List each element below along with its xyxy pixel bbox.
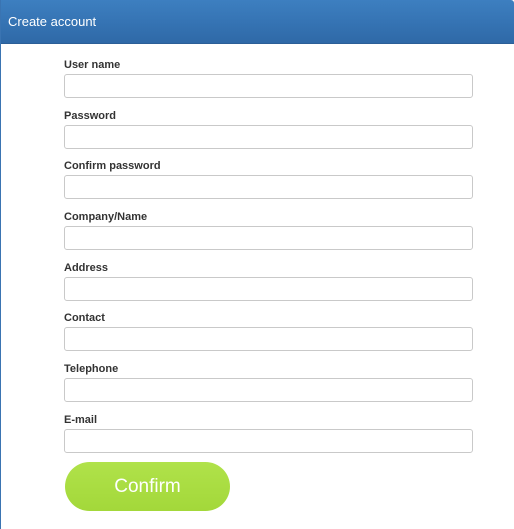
- email-field: E-mail: [64, 414, 473, 465]
- telephone-field: Telephone: [64, 363, 473, 414]
- contact-input[interactable]: [64, 327, 473, 352]
- company-name-input[interactable]: [64, 226, 473, 251]
- confirm-password-field: Confirm password: [64, 160, 473, 211]
- password-field: Password: [64, 110, 473, 161]
- confirm-button[interactable]: Confirm: [65, 462, 230, 511]
- email-input[interactable]: [64, 428, 473, 453]
- password-label: Password: [64, 109, 116, 122]
- panel-header: Create account: [1, 0, 514, 44]
- create-account-form: User name Password Confirm password Comp…: [64, 59, 473, 465]
- company-name-field: Company/Name: [64, 211, 473, 262]
- address-input[interactable]: [64, 276, 473, 301]
- address-label: Address: [64, 261, 109, 274]
- contact-label: Contact: [64, 312, 105, 325]
- panel-title: Create account: [8, 14, 97, 29]
- telephone-input[interactable]: [64, 378, 473, 403]
- company-name-label: Company/Name: [64, 211, 148, 224]
- address-field: Address: [64, 262, 473, 313]
- password-input[interactable]: [64, 124, 473, 149]
- create-account-panel: Create account User name Password Confir…: [0, 0, 514, 529]
- telephone-label: Telephone: [64, 363, 119, 376]
- contact-field: Contact: [64, 312, 473, 363]
- email-label: E-mail: [64, 413, 98, 426]
- confirm-password-label: Confirm password: [64, 160, 161, 173]
- username-input[interactable]: [64, 74, 473, 98]
- confirm-password-input[interactable]: [64, 175, 473, 200]
- username-field: User name: [64, 59, 473, 110]
- username-label: User name: [64, 59, 121, 71]
